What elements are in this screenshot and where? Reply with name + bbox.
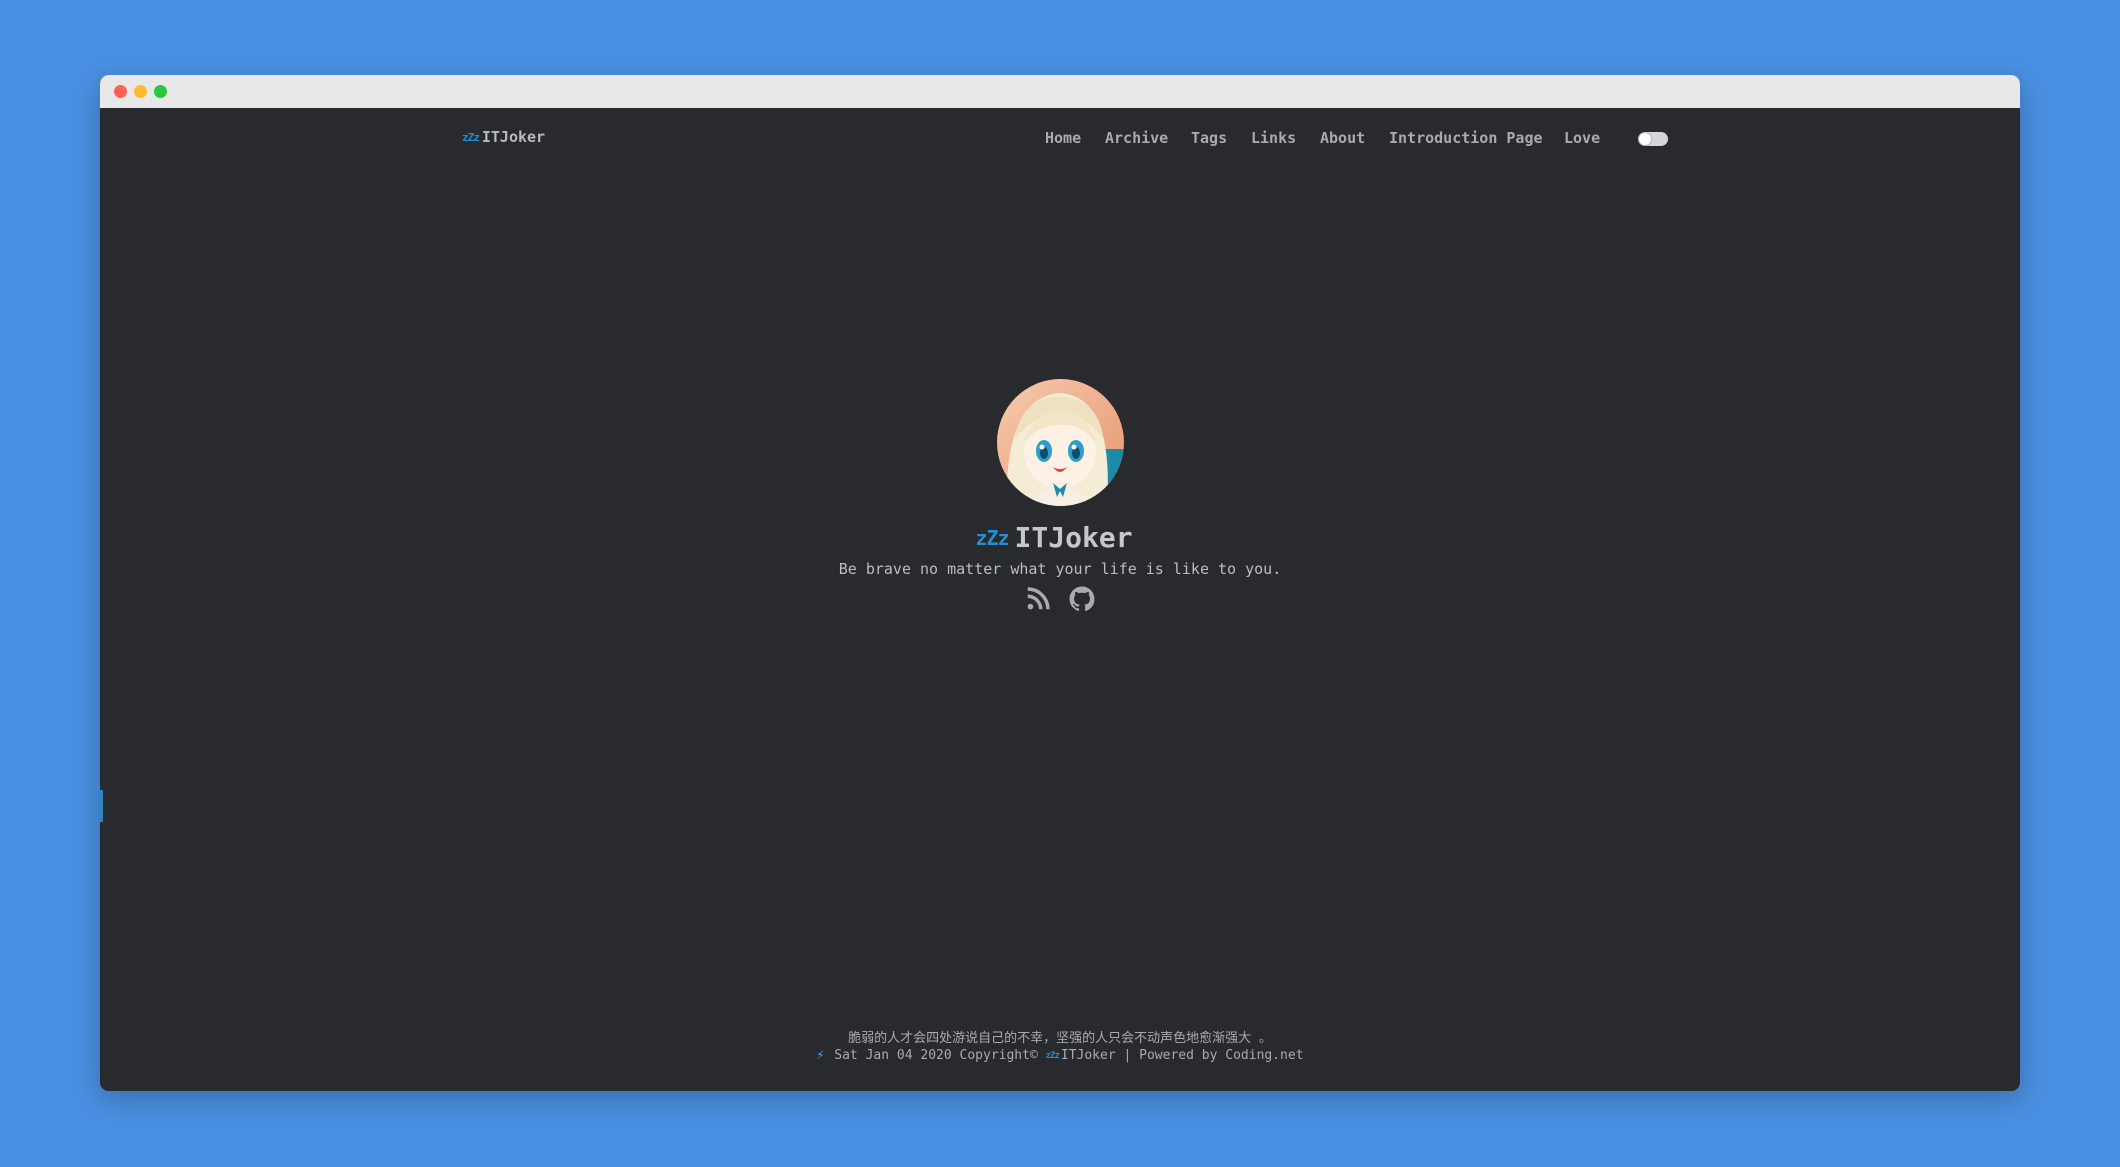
footer-copyright: ⚡ Sat Jan 04 2020 Copyright© zZz ITJoker… [100,1048,2020,1063]
toggle-switch-icon [1639,133,1651,145]
nav-item-tags[interactable]: Tags [1191,129,1227,147]
nav-item-about[interactable]: About [1320,129,1365,147]
browser-window: zZz ITJoker Home Archive Tags Links Abou… [100,75,2020,1091]
site-title-text: ITJoker [1014,521,1133,554]
footer-powered-by: Powered by [1139,1048,1218,1063]
nav-item-love[interactable]: Love [1564,129,1600,147]
rss-icon[interactable] [1025,586,1051,612]
social-links [100,586,2020,612]
site-subtitle: Be brave no matter what your life is lik… [838,560,1282,578]
footer-platform-link[interactable]: Coding.net [1225,1048,1303,1063]
page-title: zZz ITJoker [100,521,2020,554]
sleep-zzz-icon: zZz [975,525,1009,550]
scroll-edge-marker [100,790,103,822]
nav-item-home[interactable]: Home [1045,129,1081,147]
window-titlebar [100,75,2020,108]
main-nav: Home Archive Tags Links About Introducti… [100,129,2020,151]
close-window-button[interactable] [114,85,127,98]
sleep-zzz-icon: zZz [1045,1050,1060,1061]
nav-item-archive[interactable]: Archive [1105,129,1168,147]
page-content: zZz ITJoker Home Archive Tags Links Abou… [100,108,2020,1091]
nav-item-links[interactable]: Links [1251,129,1296,147]
maximize-window-button[interactable] [154,85,167,98]
nav-item-introduction-page[interactable]: Introduction Page [1389,129,1543,147]
avatar-anime-girl-icon [997,379,1124,506]
avatar [997,379,1124,506]
minimize-window-button[interactable] [134,85,147,98]
theme-toggle[interactable] [1638,132,1668,146]
footer-quote: 脆弱的人才会四处游说自己的不幸，坚强的人只会不动声色地愈渐强大 。 [848,1031,1272,1046]
lightning-icon: ⚡ [816,1048,825,1063]
footer-separator: | [1123,1048,1132,1063]
github-icon[interactable] [1069,586,1095,612]
footer-date-copyright: Sat Jan 04 2020 Copyright© [834,1048,1038,1063]
footer-author: ITJoker [1060,1048,1116,1063]
